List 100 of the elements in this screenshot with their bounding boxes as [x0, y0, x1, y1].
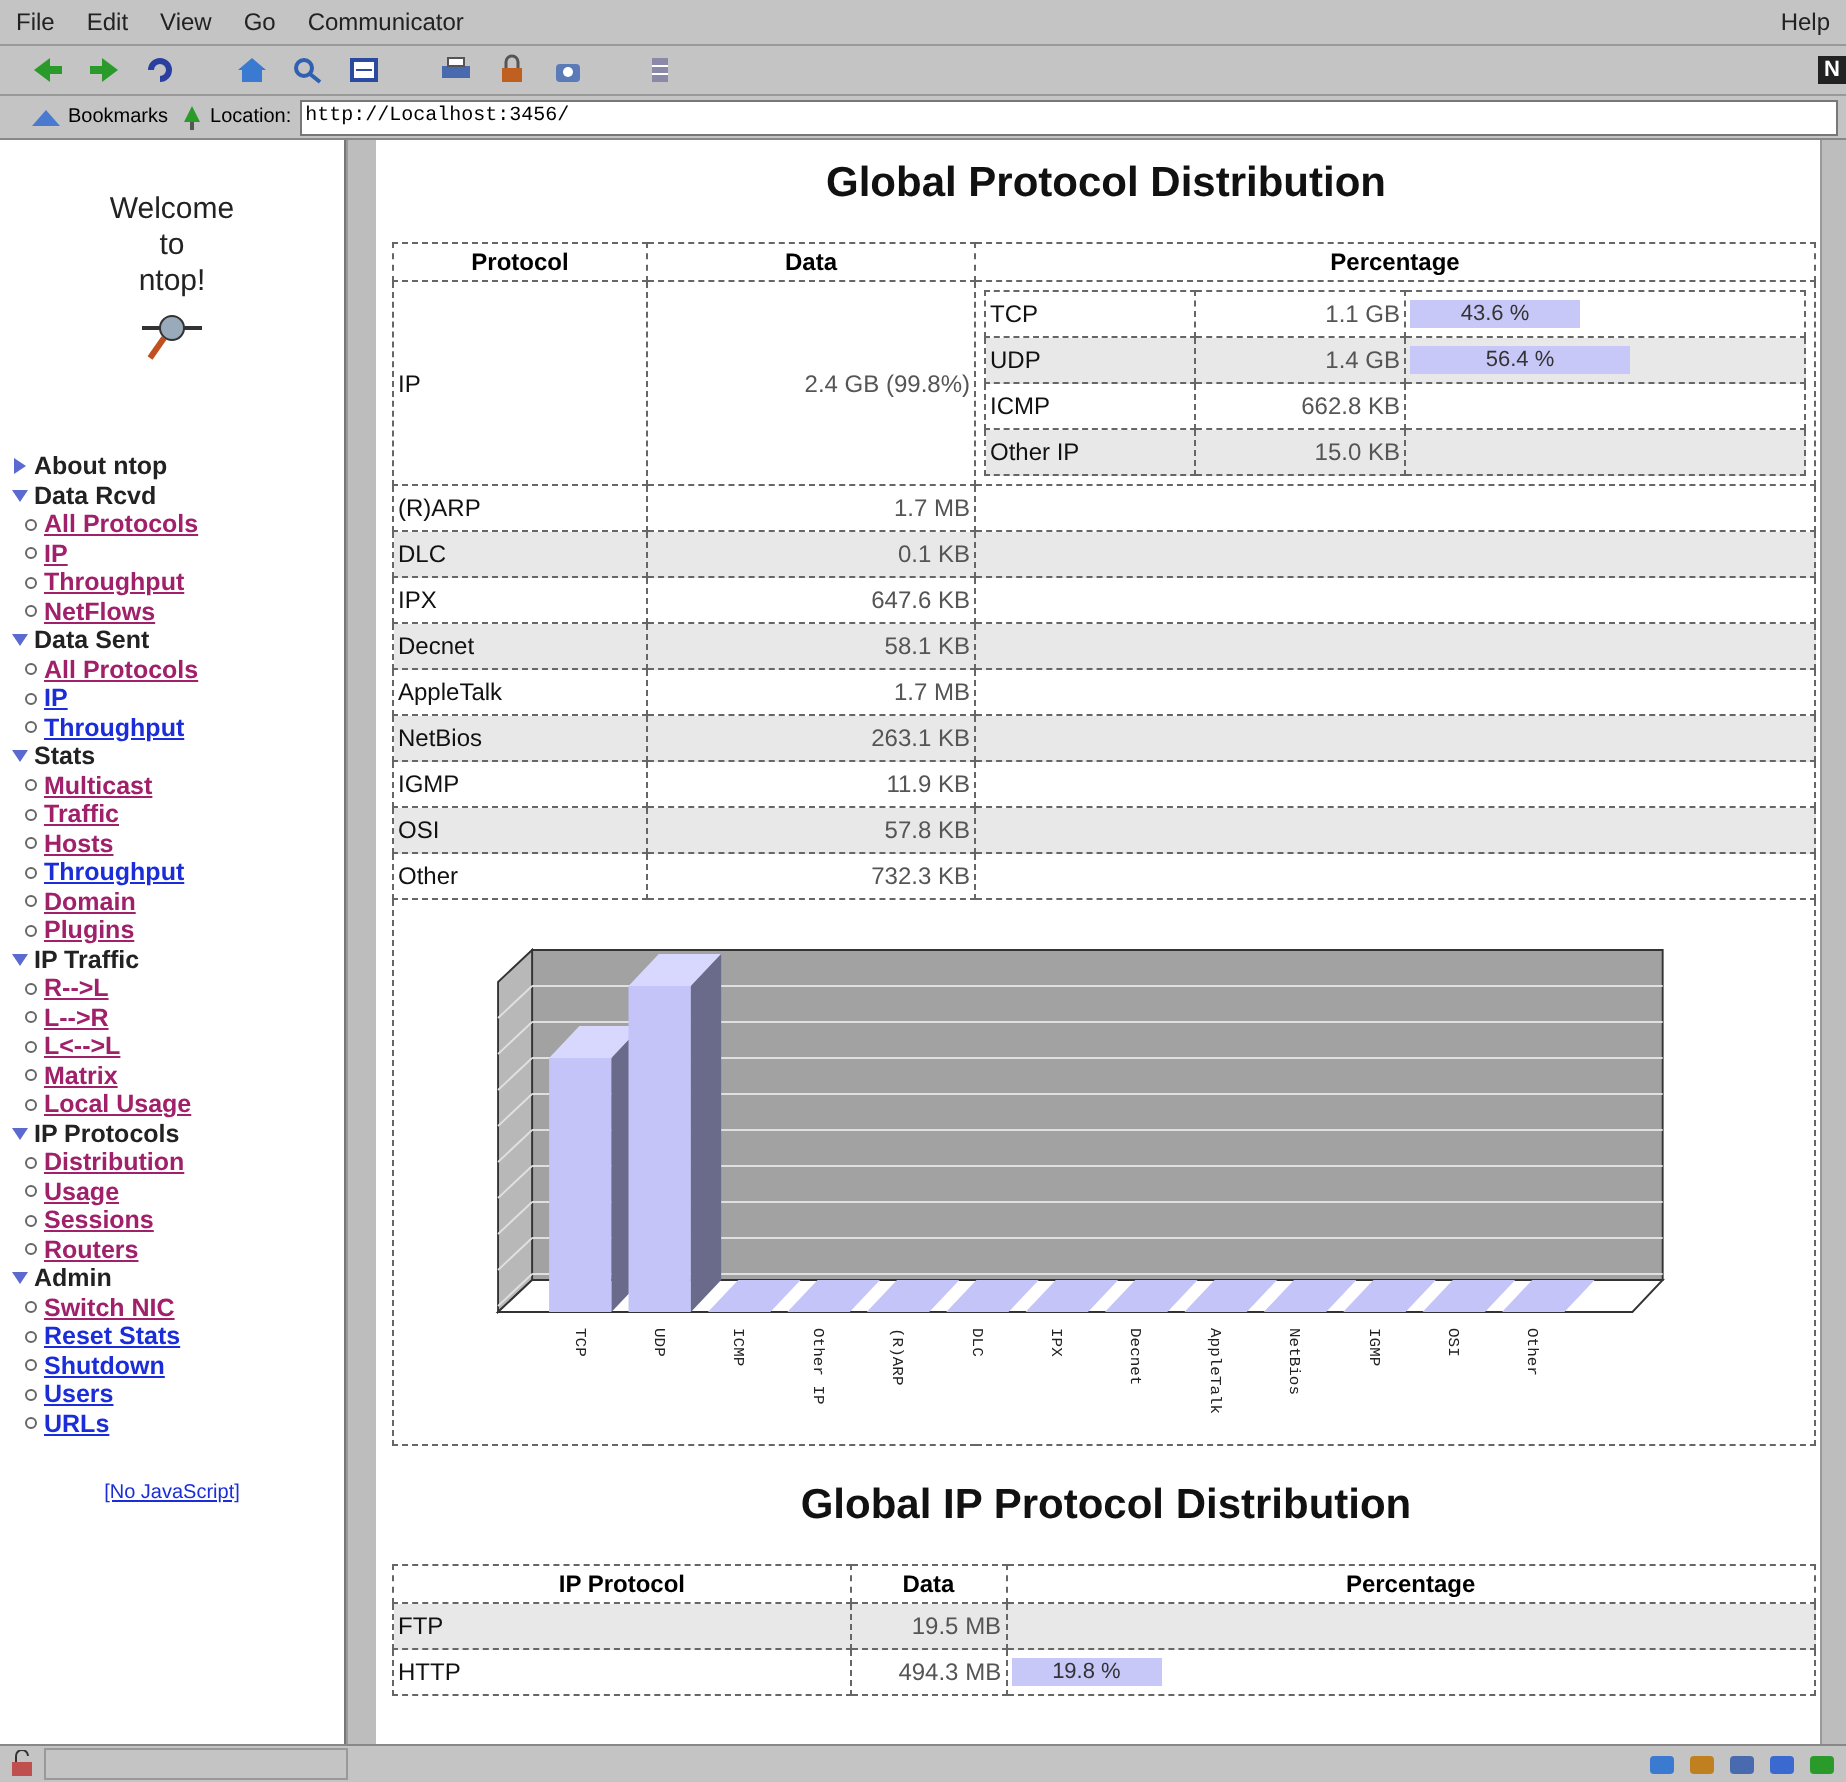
location-label: Location:	[210, 106, 292, 128]
table-cell: 494.3 MB	[850, 1649, 1007, 1695]
bullet-icon	[24, 1242, 38, 1257]
sidebar-link[interactable]: L<-->L	[44, 1032, 121, 1061]
component-icon[interactable]	[1726, 1750, 1758, 1778]
welcome-text: to	[157, 228, 187, 264]
menu-section[interactable]: Admin	[12, 1264, 344, 1293]
page-title: Global IP Protocol Distribution	[798, 1482, 1414, 1530]
menu-item[interactable]: Help	[1780, 8, 1830, 36]
table-cell: UDP	[985, 337, 1195, 383]
bookmarks-button[interactable]: Bookmarks	[24, 105, 175, 129]
sidebar-link[interactable]: NetFlows	[44, 597, 156, 626]
table-cell: 1.7 MB	[647, 669, 975, 715]
menu-item[interactable]: Edit	[86, 8, 129, 36]
home-button-icon	[234, 54, 270, 86]
triangle-icon	[12, 951, 28, 968]
table-cell: 1.4 GB	[1195, 337, 1405, 383]
bullet-icon	[24, 1329, 38, 1344]
table-cell: 58.1 KB	[647, 623, 975, 669]
sidebar-link[interactable]: Hosts	[44, 829, 114, 858]
triangle-icon	[12, 1270, 28, 1287]
component-icon[interactable]	[1646, 1750, 1678, 1778]
forward-button-icon	[86, 54, 122, 86]
bullet-icon	[24, 865, 38, 880]
back-button-icon	[30, 54, 66, 86]
triangle-icon	[12, 632, 28, 649]
bullet-icon	[24, 1097, 38, 1112]
sidebar-link[interactable]: All Protocols	[44, 510, 199, 539]
url-field[interactable]: http://Localhost:3456/	[299, 99, 1838, 135]
menu-section[interactable]: Stats	[12, 742, 344, 771]
no-javascript-link[interactable]: [No JavaScript]	[104, 1482, 240, 1504]
bullet-icon	[24, 1358, 38, 1373]
sidebar-link[interactable]: Shutdown	[44, 1351, 165, 1380]
column-header: Percentage	[1006, 1565, 1815, 1603]
sidebar-link[interactable]: All Protocols	[44, 655, 199, 684]
menu-section[interactable]: IP Traffic	[12, 945, 344, 974]
component-icon[interactable]	[1686, 1750, 1718, 1778]
sidebar-link[interactable]: Multicast	[44, 771, 153, 800]
table-cell: IPX	[393, 577, 647, 623]
table-cell: Other IP	[985, 429, 1195, 475]
sidebar-link[interactable]: Users	[44, 1380, 114, 1409]
table-cell: IP	[393, 281, 647, 485]
search-button-icon	[290, 54, 326, 86]
bullet-icon	[24, 836, 38, 851]
bullet-icon	[24, 1010, 38, 1025]
page-title: Global Protocol Distribution	[824, 160, 1388, 208]
bullet-icon	[24, 517, 38, 532]
menu-item[interactable]: Communicator	[307, 8, 464, 36]
triangle-icon	[12, 1125, 28, 1142]
sidebar-link[interactable]: Routers	[44, 1235, 139, 1264]
column-header: Protocol	[393, 243, 647, 281]
welcome-text: Welcome	[107, 192, 237, 228]
menu-item[interactable]: Go	[243, 8, 276, 36]
column-header: Data	[647, 243, 975, 281]
scrollbar[interactable]	[1820, 140, 1846, 1744]
sidebar-link[interactable]: Throughput	[44, 713, 185, 742]
sidebar-link[interactable]: Matrix	[44, 1061, 118, 1090]
bullet-icon	[24, 778, 38, 793]
sidebar-link[interactable]: IP	[44, 539, 68, 568]
welcome-text: ntop!	[136, 264, 208, 300]
bullet-icon	[24, 1039, 38, 1054]
bullet-icon	[24, 546, 38, 561]
sidebar-link[interactable]: Throughput	[44, 568, 185, 597]
component-icon[interactable]	[1806, 1750, 1838, 1778]
menu-item[interactable]: View	[160, 8, 212, 36]
menu-section[interactable]: About ntop	[12, 452, 344, 481]
sidebar-link[interactable]: L-->R	[44, 1003, 109, 1032]
bookmark-icon	[30, 105, 62, 129]
sidebar-link[interactable]: Switch NIC	[44, 1293, 175, 1322]
scrollbar[interactable]	[346, 140, 376, 1744]
lock-icon	[8, 1750, 36, 1778]
column-header: IP Protocol	[393, 1565, 851, 1603]
sidebar-link[interactable]: Domain	[44, 887, 136, 916]
bullet-icon	[24, 807, 38, 822]
browser-logo: N	[1818, 56, 1846, 84]
reload-button-icon	[142, 54, 178, 86]
component-icon[interactable]	[1766, 1750, 1798, 1778]
bullet-icon	[24, 1155, 38, 1170]
menu-item[interactable]: File	[16, 8, 55, 36]
sidebar-link[interactable]: Distribution	[44, 1148, 185, 1177]
table-cell: 2.4 GB (99.8%)	[647, 281, 975, 485]
table-cell: 0.1 KB	[647, 531, 975, 577]
table-cell: Decnet	[393, 623, 647, 669]
sidebar-link[interactable]: URLs	[44, 1409, 110, 1438]
sidebar-link[interactable]: Sessions	[44, 1206, 154, 1235]
sidebar-link[interactable]: Reset Stats	[44, 1322, 181, 1351]
table-cell: 57.8 KB	[647, 807, 975, 853]
sidebar-link[interactable]: R-->L	[44, 974, 109, 1003]
bullet-icon	[24, 1184, 38, 1199]
sidebar-link[interactable]: Local Usage	[44, 1090, 192, 1119]
sidebar-link[interactable]: Throughput	[44, 858, 185, 887]
menu-section[interactable]: Data Sent	[12, 626, 344, 655]
sidebar-link[interactable]: Traffic	[44, 800, 120, 829]
menu-section[interactable]: Data Rcvd	[12, 481, 344, 510]
bullet-icon	[24, 1300, 38, 1315]
sidebar-link[interactable]: IP	[44, 684, 68, 713]
bullet-icon	[24, 1387, 38, 1402]
sidebar-link[interactable]: Plugins	[44, 916, 135, 945]
menu-section[interactable]: IP Protocols	[12, 1119, 344, 1148]
sidebar-link[interactable]: Usage	[44, 1177, 120, 1206]
